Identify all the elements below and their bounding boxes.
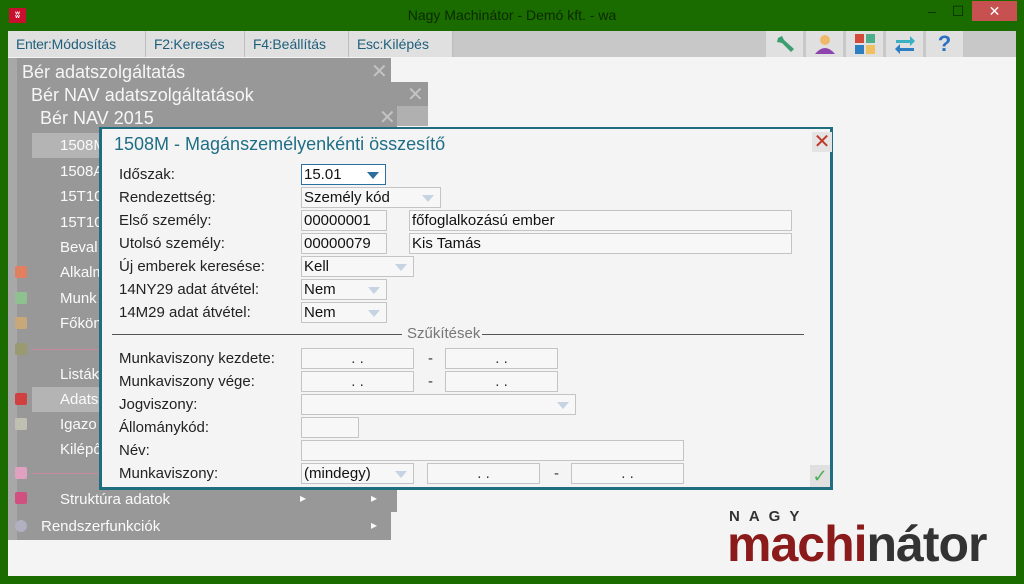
house-icon bbox=[15, 393, 27, 405]
logo-part1: machi bbox=[727, 516, 868, 572]
elso-szemely-name-input[interactable]: főfoglalkozású ember bbox=[409, 210, 792, 231]
rendezettseg-dropdown[interactable]: Személy kód bbox=[301, 187, 441, 208]
range-dash: - bbox=[428, 350, 433, 367]
range-dash: - bbox=[554, 465, 559, 482]
window-title: Nagy Machinátor - Demó kft. - wa bbox=[407, 7, 617, 23]
14m29-dropdown[interactable]: Nem bbox=[301, 302, 387, 323]
label-munkaviszony-kezdete: Munkaviszony kezdete: bbox=[119, 350, 275, 367]
allomanykod-input[interactable] bbox=[301, 417, 359, 438]
uj-emberek-dropdown[interactable]: Kell bbox=[301, 256, 414, 277]
menu-level2-tail bbox=[397, 106, 428, 126]
menu-level2-title: Bér NAV adatszolgáltatások bbox=[31, 85, 254, 105]
vege-to-input[interactable]: . . bbox=[445, 371, 558, 392]
flask-icon bbox=[15, 266, 27, 278]
menu-item-adats[interactable]: Adats bbox=[60, 391, 98, 408]
label-uj-emberek: Új emberek keresése: bbox=[119, 258, 265, 275]
jogviszony-dropdown[interactable] bbox=[301, 394, 576, 415]
munkaviszony-dropdown[interactable]: (mindegy) bbox=[301, 463, 414, 484]
range-dash: - bbox=[428, 373, 433, 390]
summary-dialog: 1508M - Magánszemélyenkénti összesítő ✕ … bbox=[99, 127, 833, 490]
submenu-arrow-icon: ▸ bbox=[300, 491, 307, 505]
ok-check-button[interactable]: ✓ bbox=[810, 465, 830, 487]
section-divider bbox=[112, 334, 402, 335]
label-utolso-szemely: Utolsó személy: bbox=[119, 235, 225, 252]
section-title: Szűkítések bbox=[407, 325, 481, 342]
menu-item-fokon[interactable]: Főkön bbox=[60, 315, 102, 332]
image-icon bbox=[15, 292, 27, 304]
menu-item-beval[interactable]: Beval bbox=[60, 239, 98, 256]
kezdete-from-input[interactable]: . . bbox=[301, 348, 414, 369]
munkaviszony-to-input[interactable]: . . bbox=[571, 463, 684, 484]
people-icon bbox=[15, 467, 27, 479]
printer-icon bbox=[15, 343, 27, 355]
14ny29-dropdown[interactable]: Nem bbox=[301, 279, 387, 300]
kezdete-to-input[interactable]: . . bbox=[445, 348, 558, 369]
label-munkaviszony-vege: Munkaviszony vége: bbox=[119, 373, 255, 390]
menu-item-kilepo[interactable]: Kilépő bbox=[60, 441, 102, 458]
menu-item-munk[interactable]: Munk bbox=[60, 290, 97, 307]
label-jogviszony: Jogviszony: bbox=[119, 396, 198, 413]
label-14ny29: 14NY29 adat átvétel: bbox=[119, 281, 260, 298]
title-bar: ʬ Nagy Machinátor - Demó kft. - wa – ☐ ✕ bbox=[0, 0, 1024, 31]
menu-item-igazo[interactable]: Igazo bbox=[60, 416, 97, 433]
close-window-button[interactable]: ✕ bbox=[972, 1, 1017, 21]
munkaviszony-from-input[interactable]: . . bbox=[427, 463, 540, 484]
tiles-icon[interactable] bbox=[846, 31, 884, 57]
nagy-machinator-logo: NAGY machinátor bbox=[727, 508, 1007, 572]
cube-icon bbox=[15, 492, 27, 504]
submenu-arrow-icon: ▸ bbox=[371, 518, 378, 532]
box-icon bbox=[15, 317, 27, 329]
help-icon[interactable]: ? bbox=[926, 31, 964, 57]
label-allomanykod: Állománykód: bbox=[119, 419, 210, 436]
elso-szemely-code-input[interactable]: 00000001 bbox=[301, 210, 387, 231]
menu-item-listak[interactable]: Listák bbox=[60, 366, 99, 383]
f2-search-button[interactable]: F2:Keresés bbox=[146, 31, 245, 57]
menu-level1-title: Bér adatszolgáltatás bbox=[22, 62, 186, 82]
esc-exit-button[interactable]: Esc:Kilépés bbox=[349, 31, 453, 57]
document-icon bbox=[15, 418, 27, 430]
section-divider bbox=[482, 334, 804, 335]
vege-from-input[interactable]: . . bbox=[301, 371, 414, 392]
maximize-button[interactable]: ☐ bbox=[943, 0, 973, 22]
dialog-close-button[interactable]: ✕ bbox=[812, 132, 832, 152]
menu-level3-title: Bér NAV 2015 bbox=[40, 108, 154, 128]
label-14m29: 14M29 adat átvétel: bbox=[119, 304, 251, 321]
menu-level2: Bér NAV adatszolgáltatások ✕ bbox=[25, 82, 428, 106]
enter-modify-button[interactable]: Enter:Módosítás bbox=[8, 31, 146, 57]
submenu-arrow-icon: ▸ bbox=[371, 491, 378, 505]
menu-item-rendszerfunkciok[interactable]: Rendszerfunkciók bbox=[41, 518, 160, 535]
f4-settings-button[interactable]: F4:Beállítás bbox=[245, 31, 349, 57]
menu-level1-close-icon[interactable]: ✕ bbox=[371, 59, 388, 84]
utolso-szemely-code-input[interactable]: 00000079 bbox=[301, 233, 387, 254]
label-rendezettseg: Rendezettség: bbox=[119, 189, 216, 206]
menu-item-struktura[interactable]: Struktúra adatok bbox=[60, 491, 170, 508]
menu-item-1508a[interactable]: 1508A bbox=[60, 163, 103, 180]
logo-part2: nátor bbox=[866, 516, 988, 572]
menu-item-15t10b[interactable]: 15T10 bbox=[60, 214, 103, 231]
user-icon[interactable] bbox=[806, 31, 844, 57]
label-elso-szemely: Első személy: bbox=[119, 212, 212, 229]
idoszak-dropdown[interactable]: 15.01 bbox=[301, 164, 386, 185]
label-nev: Név: bbox=[119, 442, 150, 459]
label-munkaviszony: Munkaviszony: bbox=[119, 465, 219, 482]
gears-icon bbox=[15, 520, 27, 532]
utolso-szemely-name-input[interactable]: Kis Tamás bbox=[409, 233, 792, 254]
logo-wordmark: machinátor bbox=[727, 516, 988, 572]
menu-level2-close-icon[interactable]: ✕ bbox=[407, 82, 424, 107]
toolbar: Enter:Módosítás F2:Keresés F4:Beállítás … bbox=[8, 31, 1016, 57]
transfer-arrows-icon[interactable] bbox=[886, 31, 924, 57]
dialog-title: 1508M - Magánszemélyenkénti összesítő bbox=[114, 134, 446, 154]
nev-input[interactable] bbox=[301, 440, 684, 461]
menu-item-15t10[interactable]: 15T10 bbox=[60, 188, 103, 205]
label-idoszak: Időszak: bbox=[119, 166, 175, 183]
wrench-icon[interactable] bbox=[766, 31, 804, 57]
